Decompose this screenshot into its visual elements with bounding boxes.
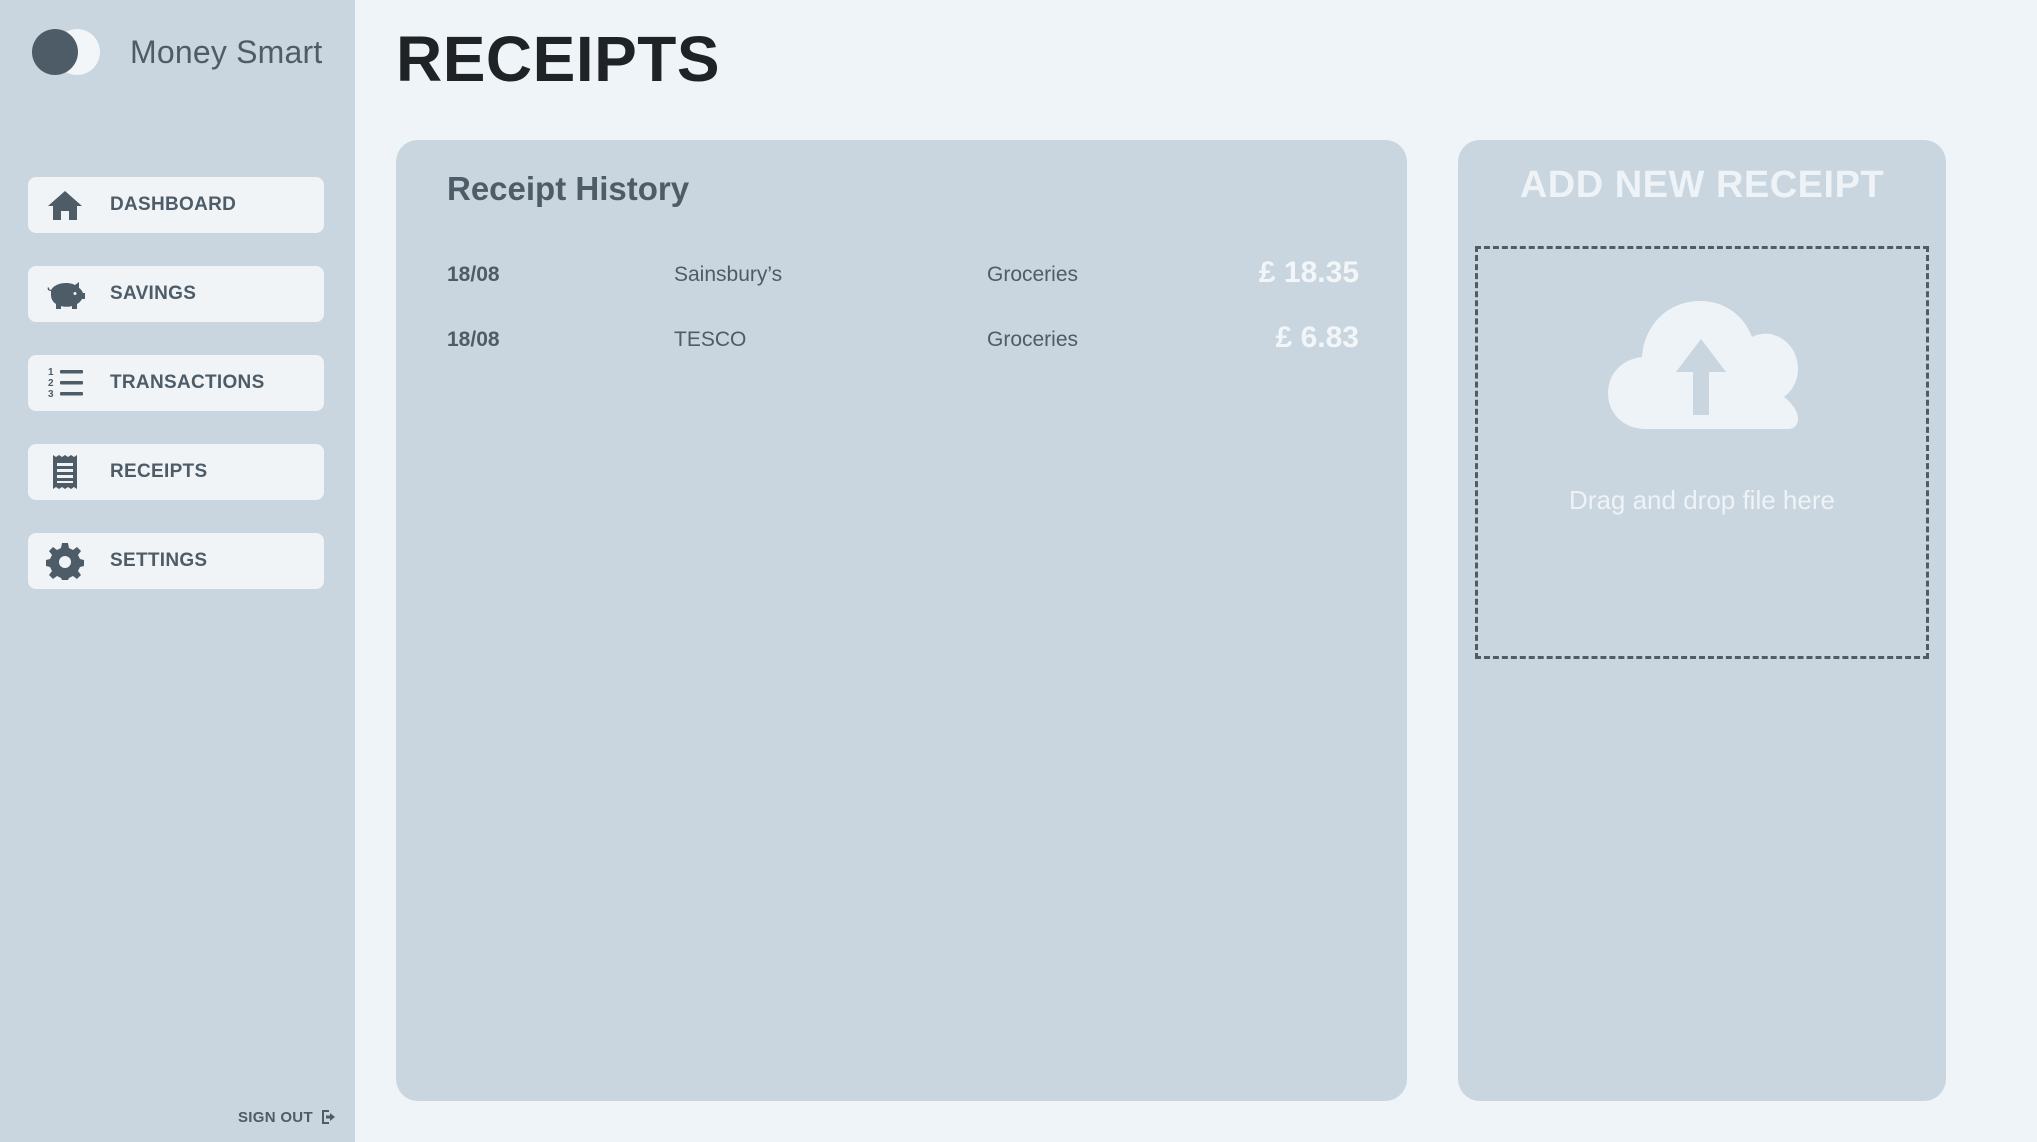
sidebar-item-label: TRANSACTIONS [110,372,265,393]
receipt-date: 18/08 [447,263,500,286]
gear-icon [43,539,87,583]
dropzone-text: Drag and drop file here [1569,485,1835,515]
receipt-store: Sainsbury’s [674,263,783,286]
logo-toggle-icon [32,29,102,75]
sidebar-item-savings[interactable]: SAVINGS [28,266,324,322]
sidebar: Money Smart DASHBOARD SAVINGS 1 2 3 TRAN… [0,0,355,1142]
svg-text:2: 2 [48,378,54,389]
receipt-row[interactable]: 18/08 Sainsbury’s Groceries £ 18.35 [447,256,1359,325]
app-root: Money Smart DASHBOARD SAVINGS 1 2 3 TRAN… [0,0,2037,1142]
app-name: Money Smart [130,33,323,70]
receipt-history-title: Receipt History [447,170,690,207]
receipt-row[interactable]: 18/08 TESCO Groceries £ 6.83 [447,321,1359,390]
receipt-icon [43,450,87,494]
receipt-list: 18/08 Sainsbury’s Groceries £ 18.35 18/0… [447,256,1359,390]
brand[interactable]: Money Smart [32,26,322,78]
svg-text:3: 3 [48,389,54,400]
sign-out-label: SIGN OUT [238,1108,313,1126]
sidebar-item-settings[interactable]: SETTINGS [28,533,324,589]
svg-text:1: 1 [48,367,54,378]
receipt-date: 18/08 [447,328,500,351]
sidebar-item-transactions[interactable]: 1 2 3 TRANSACTIONS [28,355,324,411]
logo-dark-circle [32,29,78,75]
sidebar-item-receipts[interactable]: RECEIPTS [28,444,324,500]
file-dropzone[interactable]: Drag and drop file here [1475,246,1929,659]
home-icon [43,183,87,227]
cloud-upload-icon [1606,297,1800,437]
sidebar-item-label: SETTINGS [110,550,208,571]
receipt-category: Groceries [987,328,1079,351]
add-receipt-panel: ADD NEW RECEIPT Drag and drop file here [1458,140,1946,1101]
sign-out-icon [320,1108,338,1126]
sidebar-nav: DASHBOARD SAVINGS 1 2 3 TRANSACTIONS REC… [28,177,324,622]
receipt-amount: £ 18.35 [1258,256,1359,289]
sidebar-item-label: SAVINGS [110,283,197,304]
sign-out-button[interactable]: SIGN OUT [238,1108,338,1126]
receipt-category: Groceries [987,263,1079,286]
receipt-store: TESCO [674,328,747,351]
numbered-list-icon: 1 2 3 [43,361,87,405]
sidebar-item-dashboard[interactable]: DASHBOARD [28,177,324,233]
receipt-amount: £ 6.83 [1275,321,1359,354]
sidebar-item-label: DASHBOARD [110,194,237,215]
add-receipt-title: ADD NEW RECEIPT [1519,164,1885,206]
sidebar-item-label: RECEIPTS [110,461,208,482]
piggy-bank-icon [43,272,87,316]
receipt-history-panel: Receipt History 18/08 Sainsbury’s Grocer… [396,140,1407,1101]
page-title: RECEIPTS [396,23,721,95]
